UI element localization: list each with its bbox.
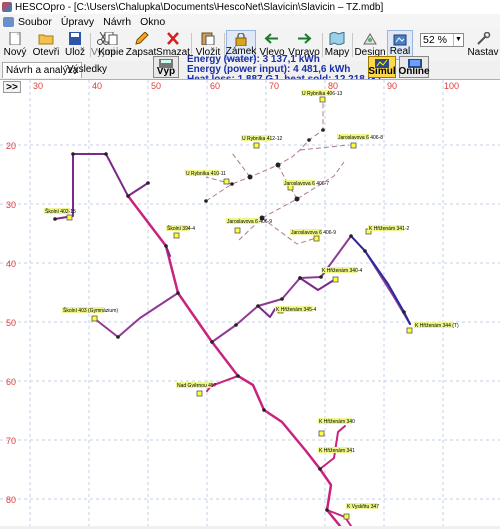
open-label: Otevři — [32, 47, 60, 58]
settings-button[interactable]: Nastav — [467, 30, 499, 60]
arrow-right-icon — [298, 33, 312, 44]
label-consumer: U Rybníka 410-11 — [186, 171, 226, 177]
copy-button[interactable]: Kopie — [98, 30, 124, 60]
y-tick: 40 — [6, 259, 16, 269]
label-consumer: K Hřiženám 345-4 — [276, 307, 317, 313]
y-tick: 70 — [6, 436, 16, 446]
label-consumer: K Hřiženám 341 — [319, 448, 355, 454]
tab-results[interactable]: Výsledky — [64, 62, 110, 78]
expand-panel-button[interactable]: >> — [3, 81, 21, 93]
y-tick: 30 — [6, 200, 16, 210]
y-tick: 60 — [6, 377, 16, 387]
zoom-value: 52 % — [423, 34, 447, 46]
write-button[interactable]: Zapsat — [126, 30, 156, 60]
settings-tools-icon — [477, 32, 491, 45]
y-tick: 50 — [6, 318, 16, 328]
menu-okno[interactable]: Okno — [140, 16, 165, 28]
window-title: HESCOpro - [C:\Users\Chalupka\Documents\… — [15, 1, 384, 13]
grid — [0, 80, 500, 526]
open-button[interactable]: Otevři — [32, 30, 60, 60]
new-label: Nový — [3, 47, 27, 58]
design-tools-icon — [363, 33, 377, 45]
toolbar-separator — [352, 33, 353, 57]
x-tick: 80 — [328, 81, 338, 91]
write-label: Zapsat — [125, 47, 157, 58]
title-bar: HESCOpro - [C:\Users\Chalupka\Documents\… — [0, 0, 500, 15]
online-monitor-icon — [408, 59, 422, 68]
toolbar-separator — [322, 33, 323, 57]
chevron-down-icon[interactable]: ▼ — [453, 34, 463, 46]
network-canvas[interactable]: 30 40 50 60 70 80 90 100 20 30 40 50 60 … — [0, 79, 500, 528]
branch-north — [72, 153, 149, 197]
menu-soubor[interactable]: Soubor — [18, 16, 52, 28]
open-folder-icon — [38, 34, 54, 45]
label-consumer: Jaroslavova 6 406-9 — [227, 219, 272, 225]
paste-clipboard-icon — [201, 32, 215, 45]
delete-x-icon — [167, 32, 179, 45]
save-disk-icon — [69, 32, 81, 45]
network-map[interactable]: 30 40 50 60 70 80 90 100 20 30 40 50 60 … — [0, 80, 500, 528]
pipe-network — [54, 153, 411, 528]
system-menu-icon[interactable] — [3, 16, 14, 27]
simul-button[interactable]: Simul — [368, 56, 396, 78]
label-consumer: U Rybníka 412-12 — [242, 136, 283, 142]
label-consumer: Školní 403 (Gymnázium) — [63, 307, 118, 314]
new-file-icon — [9, 32, 21, 45]
label-consumer: Školní 402-15 — [45, 208, 76, 215]
zoom-select[interactable]: 52 % ▼ — [420, 33, 464, 47]
consumer-nodes[interactable] — [66, 96, 413, 520]
label-consumer: Jaroslavova 6 406-7 — [284, 181, 329, 187]
branch-k3 — [299, 277, 335, 291]
y-axis-ticks: 20 30 40 50 60 70 80 — [6, 141, 16, 505]
y-tick: 80 — [6, 495, 16, 505]
label-consumer: K Hřiženám 340-4 — [322, 268, 363, 274]
label-consumer: Školní 394-4 — [167, 225, 195, 232]
x-tick: 30 — [33, 81, 43, 91]
x-tick: 40 — [92, 81, 102, 91]
x-tick: 60 — [210, 81, 220, 91]
label-consumer: Jaroslavova 6 406-9 — [291, 230, 336, 236]
label-consumer: K Vyskřitu 347 — [347, 504, 379, 510]
label-consumer: U Rybníka 406-13 — [302, 91, 343, 97]
settings-label: Nastav — [467, 47, 499, 58]
y-tick: 20 — [6, 141, 16, 151]
label-consumer: K Hřiženám 340 — [319, 419, 355, 425]
label-consumer: K Hřiženám 344 (T) — [415, 323, 459, 329]
simulation-icon — [375, 59, 389, 68]
label-consumer: Nad Gvěrnou 487 — [177, 383, 217, 389]
real-view-icon — [393, 34, 407, 46]
copy-label: Kopie — [98, 47, 124, 58]
label-consumer: Jaroslavova 6 406-8 — [338, 135, 383, 141]
online-button[interactable]: Online — [398, 56, 430, 78]
copy-icon — [104, 32, 118, 45]
x-tick: 70 — [269, 81, 279, 91]
label-consumer: K Hřiženám 341-2 — [369, 226, 410, 232]
calculate-button[interactable]: Výp — [153, 56, 179, 78]
save-button[interactable]: Ulož — [64, 30, 86, 60]
lock-icon — [235, 33, 247, 46]
arrow-left-icon — [264, 33, 278, 44]
menu-bar: Soubor Úpravy Návrh Okno — [0, 14, 500, 29]
calculator-icon — [159, 59, 173, 68]
x-tick: 100 — [444, 81, 459, 91]
branch-school — [94, 292, 179, 338]
new-button[interactable]: Nový — [3, 30, 27, 60]
save-label: Ulož — [64, 47, 85, 58]
x-tick: 50 — [151, 81, 161, 91]
main-trunk — [126, 194, 342, 528]
branch-east — [211, 235, 411, 343]
map-icon — [329, 32, 345, 45]
app-icon — [2, 2, 12, 12]
menu-navrh[interactable]: Návrh — [103, 16, 131, 28]
menu-upravy[interactable]: Úpravy — [61, 16, 94, 28]
x-axis-ticks: 30 40 50 60 70 80 90 100 — [33, 81, 459, 91]
pencil-icon — [135, 32, 149, 45]
x-tick: 90 — [387, 81, 397, 91]
